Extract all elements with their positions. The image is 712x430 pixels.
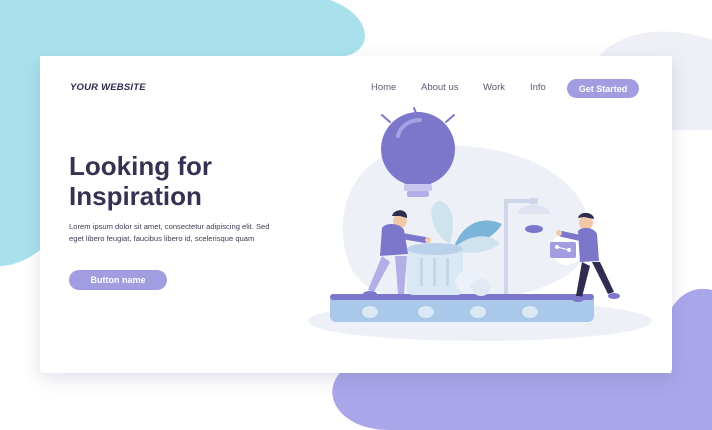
- nav-work[interactable]: Work: [483, 82, 505, 93]
- hero-description: Lorem ipsum dolor sit amet, consectetur …: [69, 222, 270, 243]
- hero-title-line-2: Inspiration: [69, 181, 202, 211]
- hero-button[interactable]: Button name: [69, 270, 167, 290]
- nav-info[interactable]: Info: [530, 82, 546, 93]
- brand-logo[interactable]: YOUR WEBSITE: [70, 82, 146, 93]
- nav-home[interactable]: Home: [371, 82, 396, 93]
- get-started-button[interactable]: Get Started: [567, 79, 639, 98]
- hero-title-line-1: Looking for: [69, 151, 212, 181]
- landing-card: YOUR WEBSITE Home About us Work Info Get…: [40, 56, 672, 373]
- conveyor-belt: [330, 294, 594, 322]
- hero-title: Looking for Inspiration: [69, 151, 289, 211]
- nav-about-us[interactable]: About us: [421, 82, 459, 93]
- inspiration-illustration: [308, 107, 652, 341]
